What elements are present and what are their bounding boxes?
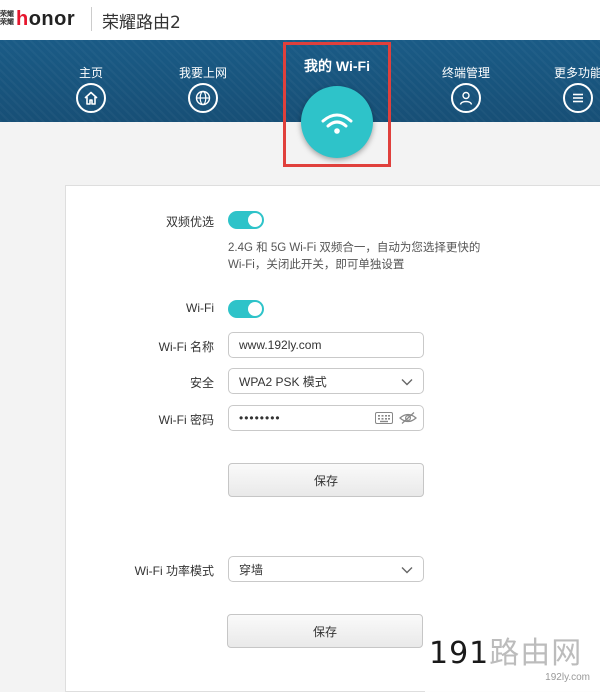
nav-item-devices[interactable]: 终端管理	[431, 64, 501, 113]
brand-wordmark: honor	[16, 8, 75, 31]
nav-item-home[interactable]: 主页	[56, 64, 126, 113]
save-button[interactable]: 保存	[228, 463, 424, 497]
brand-wordmark-rest: onor	[28, 7, 76, 30]
top-bar: 荣耀 荣耀 honor 荣耀路由2	[0, 0, 600, 40]
dual-band-description-line: 2.4G 和 5G Wi-Fi 双频合一，自动为您选择更快的	[228, 242, 481, 254]
chevron-down-icon	[401, 567, 413, 574]
security-label: 安全	[189, 376, 214, 390]
nav-item-more[interactable]: 更多功能	[543, 64, 600, 113]
ssid-label: Wi-Fi 名称	[158, 340, 214, 354]
router-name: 荣耀路由2	[102, 13, 181, 33]
eye-hidden-icon[interactable]	[399, 411, 417, 425]
header-divider	[91, 7, 92, 31]
password-field-icons	[375, 411, 417, 425]
save-power-mode-button[interactable]: 保存	[227, 614, 423, 648]
menu-icon	[563, 83, 593, 113]
dual-band-label: 双频优选	[165, 215, 214, 229]
watermark-text: 191路由网	[429, 628, 582, 672]
brand-wordmark-prefix: h	[16, 7, 29, 30]
brand-logo[interactable]: 荣耀 荣耀 honor	[0, 7, 75, 31]
dual-band-description: 2.4G 和 5G Wi-Fi 双频合一，自动为您选择更快的 Wi-Fi，关闭此…	[228, 240, 518, 274]
nav-item-label: 更多功能	[553, 66, 600, 80]
watermark-prefix: 191	[429, 636, 490, 671]
nav-item-label: 我要上网	[178, 66, 227, 80]
nav-item-internet[interactable]: 我要上网	[168, 64, 238, 113]
security-value: WPA2 PSK 模式	[239, 374, 327, 389]
globe-icon	[188, 83, 218, 113]
power-mode-label: Wi-Fi 功率模式	[134, 564, 214, 578]
password-label: Wi-Fi 密码	[158, 413, 214, 427]
ssid-value: www.192ly.com	[239, 338, 322, 352]
nav-item-label: 终端管理	[441, 66, 490, 80]
password-value: ••••••••	[239, 411, 281, 425]
dual-band-description-line: Wi-Fi，关闭此开关，即可单独设置	[228, 259, 405, 271]
brand-mark-top: 荣耀	[0, 11, 14, 18]
power-mode-select[interactable]: 穿墙	[228, 556, 424, 582]
watermark-main: 路由网	[489, 636, 583, 671]
wifi-toggle[interactable]	[228, 300, 264, 318]
wifi-label: Wi-Fi	[186, 301, 214, 315]
nav-item-label: 主页	[78, 66, 103, 80]
password-input[interactable]: ••••••••	[228, 405, 424, 431]
chevron-down-icon	[401, 379, 413, 386]
ssid-input[interactable]: www.192ly.com	[228, 332, 424, 358]
home-icon	[76, 83, 106, 113]
keyboard-icon[interactable]	[375, 411, 393, 425]
power-mode-value: 穿墙	[239, 562, 264, 577]
watermark: 191路由网 192ly.com	[425, 630, 600, 692]
user-icon	[451, 83, 481, 113]
watermark-url: 192ly.com	[545, 672, 590, 683]
security-select[interactable]: WPA2 PSK 模式	[228, 368, 424, 394]
dual-band-toggle[interactable]	[228, 211, 264, 229]
active-tab-highlight	[283, 42, 391, 167]
brand-mark: 荣耀 荣耀	[0, 11, 14, 27]
brand-mark-bottom: 荣耀	[0, 19, 14, 26]
